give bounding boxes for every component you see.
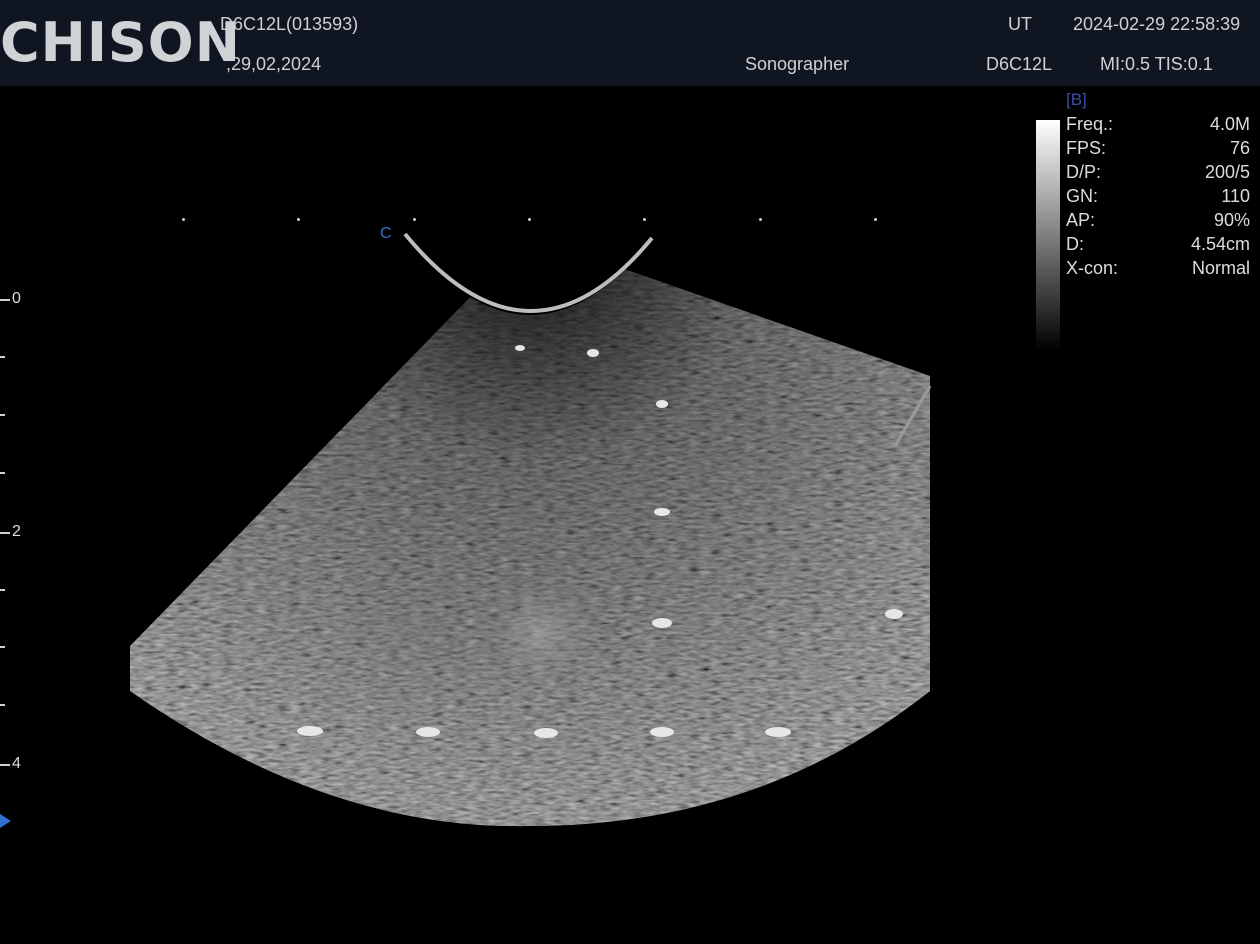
depth-label-2: 2	[12, 523, 21, 540]
param-key: D:	[1066, 234, 1084, 254]
param-fps: FPS: 76	[1066, 138, 1250, 162]
param-depth: D: 4.54cm	[1066, 234, 1250, 258]
param-value: Normal	[1191, 258, 1250, 278]
param-key: D/P:	[1066, 162, 1102, 182]
reference-dot	[297, 218, 300, 221]
header-bar: CHISON D6C12L(013593) ,29,02,2024 Sonogr…	[0, 0, 1260, 86]
param-frequency: Freq.: 4.0M	[1066, 114, 1250, 138]
grayscale-bar	[1036, 120, 1060, 350]
exam-date: ,29,02,2024	[226, 54, 322, 74]
depth-label-0: 0	[12, 290, 21, 307]
param-dp: D/P: 200/5	[1066, 162, 1250, 186]
param-value: 76	[1229, 138, 1250, 158]
param-gain: GN: 110	[1066, 186, 1250, 210]
reference-dot	[874, 218, 877, 221]
depth-tick-minor	[0, 589, 5, 591]
depth-tick-minor	[0, 704, 5, 706]
imaging-mode: [B]	[1066, 90, 1087, 109]
depth-tick-major	[0, 532, 10, 534]
depth-tick-minor	[0, 646, 5, 648]
param-value: 4.0M	[1209, 114, 1250, 134]
probe-model: D6C12L	[986, 54, 1053, 74]
param-key: GN:	[1066, 186, 1099, 206]
param-key: X-con:	[1066, 258, 1119, 278]
reference-dot	[413, 218, 416, 221]
param-key: Freq.:	[1066, 114, 1114, 134]
reference-dot	[182, 218, 185, 221]
param-xcon: X-con: Normal	[1066, 258, 1250, 282]
datetime: 2024-02-29 22:58:39	[1073, 14, 1241, 34]
institution-label: UT	[1008, 14, 1032, 34]
depth-label-4: 4	[12, 755, 21, 772]
depth-tick-major	[0, 299, 10, 301]
operator-label: Sonographer	[745, 54, 850, 74]
param-value: 90%	[1213, 210, 1250, 230]
reference-dot	[759, 218, 762, 221]
depth-tick-major	[0, 764, 10, 766]
param-acoustic-power: AP: 90%	[1066, 210, 1250, 234]
brand-logo: CHISON	[0, 11, 241, 74]
focus-marker-icon[interactable]	[0, 814, 11, 828]
acoustic-indices: MI:0.5 TIS:0.1	[1100, 54, 1213, 74]
param-value: 200/5	[1204, 162, 1250, 182]
orientation-marker: C	[380, 225, 392, 242]
depth-tick-minor	[0, 472, 5, 474]
param-value: 110	[1221, 186, 1250, 206]
param-key: FPS:	[1066, 138, 1107, 158]
depth-tick-minor	[0, 414, 5, 416]
param-value: 4.54cm	[1190, 234, 1250, 254]
probe-id: D6C12L(013593)	[220, 14, 359, 34]
ultrasound-image[interactable]	[0, 86, 1000, 846]
reference-dot	[528, 218, 531, 221]
reference-dot	[643, 218, 646, 221]
param-key: AP:	[1066, 210, 1096, 230]
depth-tick-minor	[0, 356, 5, 358]
